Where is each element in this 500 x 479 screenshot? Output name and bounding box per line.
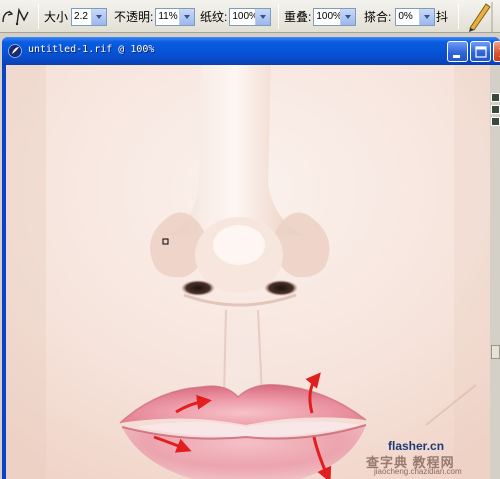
overlap-dropdown-icon[interactable] [340,8,356,25]
size-label: 大小 [44,10,69,24]
opacity-dropdown-icon[interactable] [179,8,195,25]
minimize-icon [453,55,460,58]
opacity-value[interactable]: 11% [156,9,179,25]
overlap-label: 重叠: [284,10,312,24]
document-window: untitled-1.rif @ 100% flasher.cn 查字典 教程网… [2,37,500,479]
pencil-icon[interactable] [464,0,496,33]
overlap-combo[interactable]: 100% [313,7,357,26]
close-icon [499,48,500,57]
size-control: 大小 2.2 [44,0,108,33]
opacity-combo[interactable]: 11% [155,7,196,26]
jitter-label: 抖 [436,10,449,24]
blend-control: 搽合: 0% [364,0,436,33]
grain-control: 纸纹: 100% [200,0,272,33]
maximize-icon [475,46,487,58]
opacity-label: 不透明: [114,10,154,24]
brand-watermark: flasher.cn [388,439,445,453]
blend-dropdown-icon[interactable] [419,8,435,25]
title-bar[interactable]: untitled-1.rif @ 100% [2,37,500,65]
grain-combo[interactable]: 100% [229,7,272,26]
size-combo[interactable]: 2.2 [71,7,108,26]
property-bar: 大小 2.2 不透明: 11% 纸纹: 100% 重叠: 100% 搽合: 0% [0,0,500,33]
palette-icon[interactable] [491,117,500,126]
minimize-button[interactable] [447,41,468,62]
overlap-control: 重叠: 100% [284,0,357,33]
url-watermark: jiaocheng.chazidian.com [374,467,462,476]
palette-icon[interactable] [491,105,500,114]
size-value[interactable]: 2.2 [72,9,91,25]
window-title: untitled-1.rif @ 100% [28,44,155,55]
drawing-canvas[interactable]: flasher.cn 查字典 教程网 jiaocheng.chazidian.c… [6,65,494,479]
painter-app-icon[interactable] [8,44,22,58]
jitter-control: 抖 [436,0,448,33]
blend-value[interactable]: 0% [396,9,419,25]
palette-strip [490,65,500,479]
grain-label: 纸纹: [200,10,228,24]
opacity-control: 不透明: 11% [114,0,196,33]
grain-value[interactable]: 100% [230,9,258,25]
grain-dropdown-icon[interactable] [255,8,271,25]
palette-icon[interactable] [491,93,500,102]
blend-label: 搽合: [364,10,392,24]
brush-tool-icons[interactable] [0,0,34,33]
size-dropdown-icon[interactable] [91,8,107,25]
close-button[interactable] [493,41,500,62]
face-painting [6,65,494,479]
maximize-button[interactable] [470,41,491,62]
blend-combo[interactable]: 0% [395,7,436,26]
scrollbar-thumb[interactable] [491,345,500,359]
overlap-value[interactable]: 100% [314,9,342,25]
